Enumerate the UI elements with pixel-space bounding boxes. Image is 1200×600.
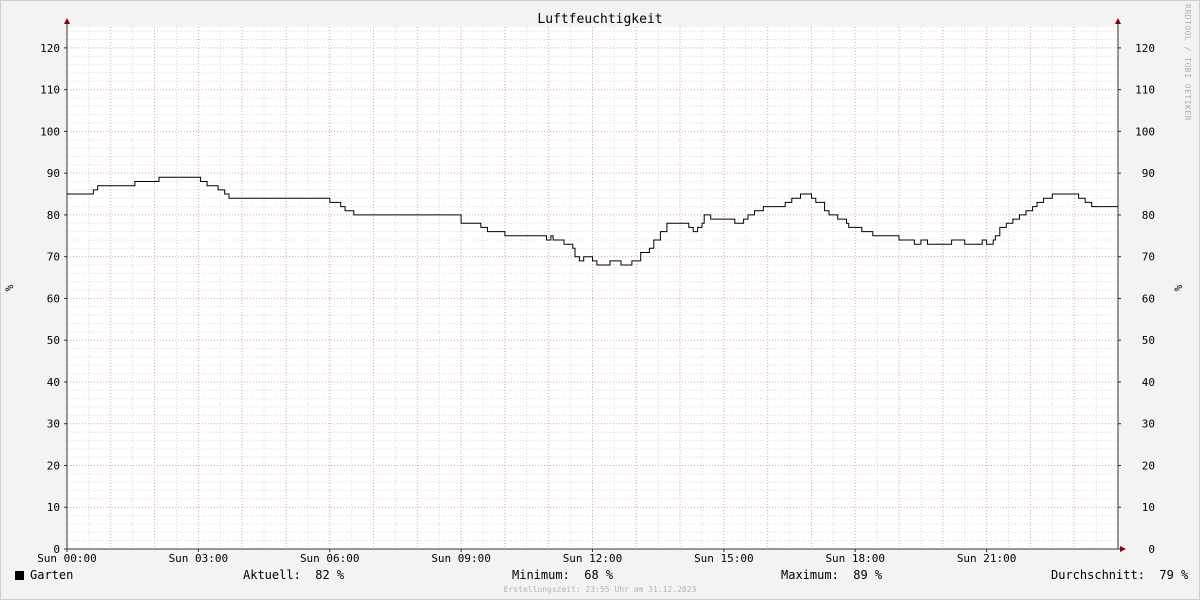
legend-current-label: Aktuell: [243,568,301,582]
y-tick-label-left: 100 [40,125,60,138]
y-axis-label-right: % [1172,284,1185,291]
legend-avg-label: Durchschnitt: [1051,568,1145,582]
legend-swatch [15,571,24,580]
y-tick-label-right: 30 [1142,418,1155,431]
y-axis-label-left: % [3,284,16,291]
y-tick-label-right: 40 [1142,376,1155,389]
chart-title: Luftfeuchtigkeit [537,12,662,27]
grid [67,27,1118,549]
x-tick-label: Sun 06:00 [300,552,360,565]
legend-maximum: Maximum: 89 % [781,568,882,582]
y-tick-label-right: 10 [1142,501,1155,514]
footer-timestamp: Erstellungszeit: 23:55 Uhr am 31.12.2023 [503,585,697,594]
x-tick-label: Sun 21:00 [957,552,1017,565]
x-tick-label: Sun 03:00 [169,552,229,565]
y-tick-label-right: 90 [1142,167,1155,180]
y-tick-label-left: 110 [40,84,60,97]
legend-series-name: Garten [30,568,74,582]
legend-average: Durchschnitt: 79 % [1051,568,1188,582]
y-tick-label-right: 50 [1142,334,1155,347]
y-tick-label-left: 40 [47,376,60,389]
legend-min-value: 68 % [584,568,614,582]
x-tick-label: Sun 15:00 [694,552,754,565]
y-tick-label-right: 70 [1142,251,1155,264]
y-tick-label-right: 60 [1142,292,1155,305]
y-tick-label-left: 120 [40,42,60,55]
arrow-up-left-icon [64,18,70,24]
y-tick-label-left: 70 [47,251,60,264]
y-tick-label-right: 100 [1135,125,1155,138]
x-tick-label: Sun 12:00 [563,552,623,565]
y-tick-label-left: 10 [47,501,60,514]
y-tick-label-left: 80 [47,209,60,222]
y-tick-label-left: 60 [47,292,60,305]
x-tick-label: Sun 00:00 [37,552,97,565]
y-tick-label-left: 30 [47,418,60,431]
legend-max-value: 89 % [853,568,883,582]
legend-min-label: Minimum: [512,568,570,582]
legend-series: Garten [15,568,73,582]
legend-current-value: 82 % [315,568,345,582]
legend-avg-value: 79 % [1159,568,1189,582]
chart: 0 010 1020 2030 3040 4050 5060 6070 7080 8090 9010… [3,12,1185,565]
legend-max-label: Maximum: [781,568,839,582]
y-tick-label-right: 110 [1135,84,1155,97]
x-tick-label: Sun 18:00 [825,552,885,565]
y-tick-label-left: 90 [47,167,60,180]
y-tick-label-right: 80 [1142,209,1155,222]
legend-current: Aktuell: 82 % [243,568,344,582]
x-tick-label: Sun 09:00 [431,552,491,565]
watermark: RRDTOOL / TOBI OETIKER [1183,4,1192,121]
y-tick-label-right: 20 [1142,459,1155,472]
arrow-up-right-icon [1115,18,1121,24]
y-tick-label-right: 0 [1148,543,1155,556]
legend-minimum: Minimum: 68 % [512,568,613,582]
y-tick-label-right: 120 [1135,42,1155,55]
y-tick-label-left: 20 [47,459,60,472]
y-tick-label-left: 50 [47,334,60,347]
